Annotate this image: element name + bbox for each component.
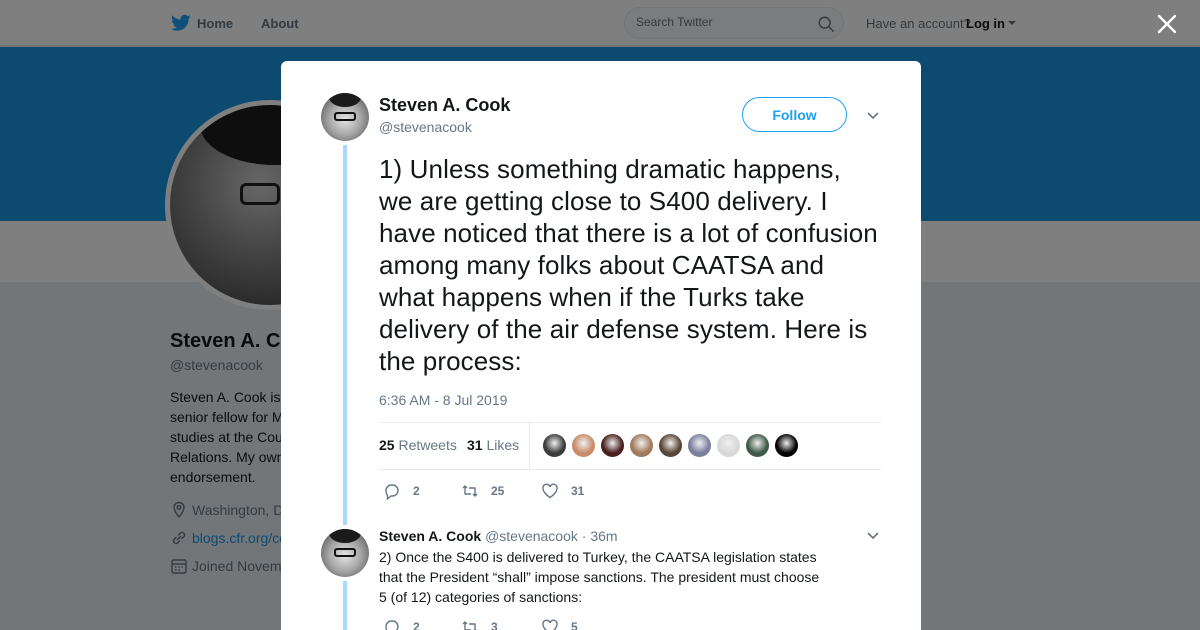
- retweet-count: 25: [491, 484, 505, 498]
- retweets-label: Retweets: [398, 437, 457, 453]
- divider: [379, 422, 881, 423]
- chevron-down-icon[interactable]: [866, 111, 880, 121]
- reply-count: 2: [413, 620, 420, 630]
- heart-icon: [542, 483, 558, 499]
- reply-timestamp[interactable]: · 36m: [582, 528, 618, 544]
- likes-count: 31: [467, 437, 483, 453]
- retweet-icon: [462, 485, 478, 497]
- reply-icon: [385, 620, 399, 630]
- reply-author-handle[interactable]: @stevenacook: [485, 528, 578, 544]
- retweets-stat[interactable]: 25 Retweets: [379, 437, 457, 453]
- avatar[interactable]: [321, 529, 369, 577]
- reply-count: 2: [413, 484, 420, 498]
- chevron-down-icon[interactable]: [866, 531, 880, 541]
- reply-header[interactable]: Steven A. Cook @stevenacook · 36m: [379, 528, 618, 544]
- liker-avatar[interactable]: [745, 433, 770, 458]
- retweets-count: 25: [379, 437, 395, 453]
- liker-avatar[interactable]: [542, 433, 567, 458]
- like-count: 5: [571, 620, 578, 630]
- divider: [379, 469, 881, 470]
- tweet-modal: Steven A. Cook @stevenacook Follow 1) Un…: [281, 61, 921, 630]
- heart-icon: [542, 619, 558, 630]
- divider: [529, 423, 530, 469]
- liker-avatar[interactable]: [716, 433, 741, 458]
- liker-avatar[interactable]: [687, 433, 712, 458]
- liker-avatar[interactable]: [774, 433, 799, 458]
- likes-stat[interactable]: 31 Likes: [467, 437, 519, 453]
- liker-avatar[interactable]: [658, 433, 683, 458]
- like-count: 31: [571, 484, 585, 498]
- follow-button[interactable]: Follow: [742, 97, 847, 132]
- liker-avatar[interactable]: [571, 433, 596, 458]
- tweet-timestamp[interactable]: 6:36 AM - 8 Jul 2019: [379, 392, 507, 408]
- reply-icon: [385, 484, 399, 500]
- tweet-author-handle[interactable]: @stevenacook: [379, 119, 472, 135]
- avatar[interactable]: [321, 93, 369, 141]
- likes-label: Likes: [486, 437, 520, 453]
- reply-author-name[interactable]: Steven A. Cook: [379, 528, 481, 544]
- liker-avatar[interactable]: [629, 433, 654, 458]
- tweet-text: 1) Unless something dramatic happens, we…: [379, 154, 878, 376]
- tweet-author-name[interactable]: Steven A. Cook: [379, 95, 510, 116]
- thread-line: [343, 145, 347, 525]
- retweet-icon: [462, 621, 477, 630]
- thread-line: [343, 581, 347, 630]
- reply-text: 2) Once the S400 is delivered to Turkey,…: [379, 549, 820, 605]
- retweet-count: 3: [491, 620, 498, 630]
- liker-avatar[interactable]: [600, 433, 625, 458]
- close-icon[interactable]: [1155, 12, 1179, 36]
